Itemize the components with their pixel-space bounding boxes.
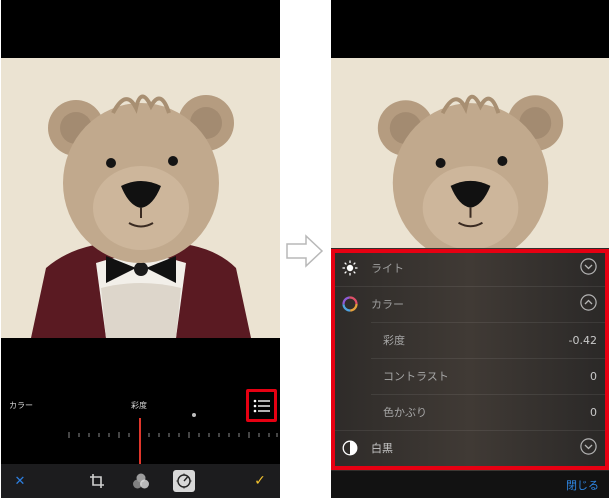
filters-icon [133, 473, 149, 489]
teddy-bear-photo [1, 58, 280, 338]
list-button[interactable] [246, 389, 277, 422]
section-label: カラー [371, 298, 404, 311]
section-label: 白黒 [371, 442, 393, 455]
right-phone-screen: ライト カラー 彩度 -0.42 コントラスト 0 色かぶり 0 白黒 閉じる [331, 0, 609, 498]
color-wheel-icon [340, 294, 360, 314]
param-value: 0 [590, 369, 597, 383]
edit-toolbar: ✕ ✓ [1, 464, 280, 498]
done-button[interactable]: ✓ [251, 471, 269, 491]
param-contrast[interactable]: コントラスト 0 [331, 358, 609, 394]
category-label: カラー [9, 401, 33, 410]
adjust-button[interactable] [173, 470, 195, 492]
adjust-icon [176, 473, 192, 489]
crop-icon [90, 474, 104, 488]
original-value-dot [192, 413, 196, 417]
chevron-up-icon [580, 293, 597, 315]
chevron-down-icon [580, 257, 597, 279]
param-label: 彩度 [383, 334, 405, 347]
value-ruler[interactable] [67, 428, 280, 442]
half-circle-icon [340, 438, 360, 458]
crop-button[interactable] [87, 471, 107, 491]
section-label: ライト [371, 262, 404, 275]
cancel-button[interactable]: ✕ [11, 471, 29, 491]
param-value: 0 [590, 405, 597, 419]
param-label: コントラスト [383, 370, 449, 383]
section-light[interactable]: ライト [331, 250, 609, 286]
filters-button[interactable] [131, 471, 151, 491]
panel-bottom-bar: 閉じる [331, 471, 609, 498]
section-color[interactable]: カラー [331, 286, 609, 322]
sun-icon [340, 258, 360, 278]
teddy-bear-image [1, 58, 280, 338]
section-black-white[interactable]: 白黒 [331, 430, 609, 466]
adjustment-slider-area: カラー 彩度 [1, 338, 280, 464]
checkmark-icon: ✓ [254, 473, 266, 489]
comparison-figure: カラー 彩度 ✕ ✓ ライト カラー 彩度 -0.42 コントラスト 0 色かぶ… [0, 0, 610, 498]
param-saturation[interactable]: 彩度 -0.42 [331, 322, 609, 358]
teddy-bear-image [331, 58, 609, 248]
param-label: 色かぶり [383, 406, 427, 419]
left-phone-screen: カラー 彩度 ✕ ✓ [1, 0, 280, 498]
slider-needle[interactable] [139, 418, 141, 464]
teddy-bear-photo-cropped [331, 58, 609, 248]
arrow-right-icon [286, 234, 324, 268]
param-value: -0.42 [568, 333, 597, 347]
list-icon [253, 399, 270, 412]
adjustments-panel: ライト カラー 彩度 -0.42 コントラスト 0 色かぶり 0 白黒 [331, 248, 609, 471]
param-cast[interactable]: 色かぶり 0 [331, 394, 609, 430]
chevron-down-icon [580, 437, 597, 459]
parameter-label: 彩度 [131, 401, 147, 410]
close-button[interactable]: 閉じる [566, 477, 599, 493]
close-icon: ✕ [14, 473, 26, 489]
